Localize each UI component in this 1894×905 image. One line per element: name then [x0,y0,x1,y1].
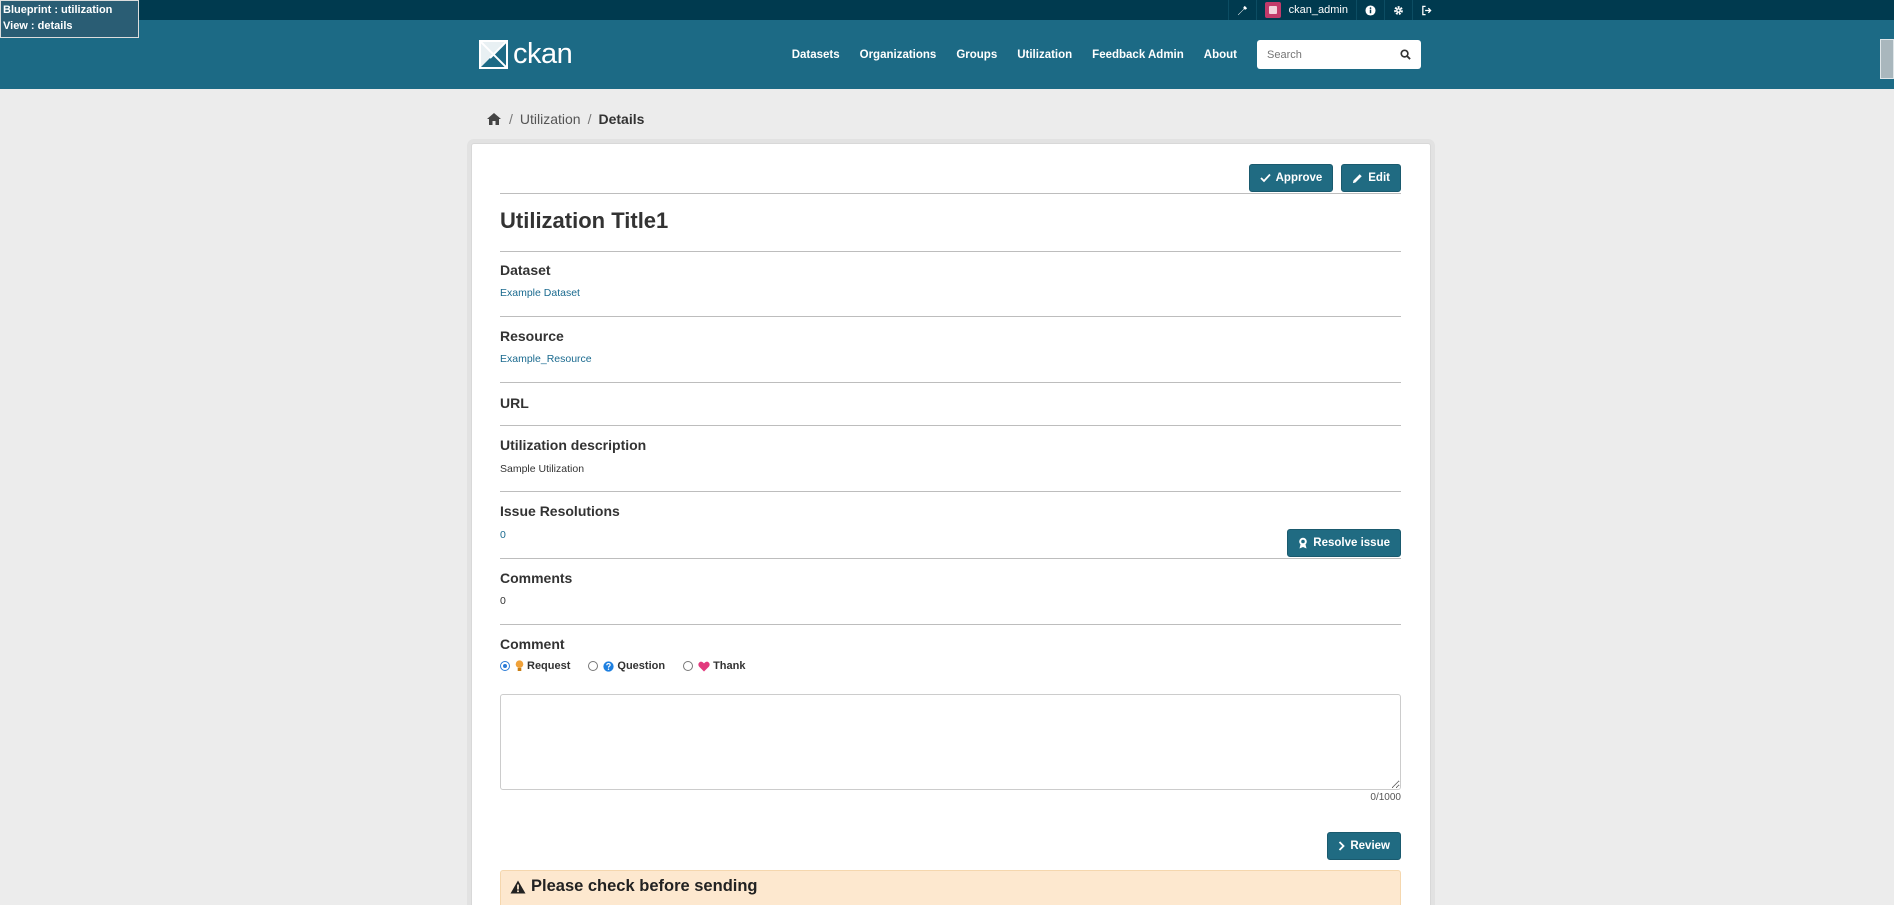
settings-link[interactable] [1384,0,1412,20]
dataset-label: Dataset [500,262,551,278]
question-circle-icon [603,660,615,672]
thank-radio[interactable] [683,661,694,671]
category-thank[interactable]: Thank [683,660,745,672]
resource-label: Resource [500,328,564,344]
resolve-issue-button[interactable]: Resolve issue [1287,529,1401,557]
site-search [1257,40,1421,69]
search-input[interactable] [1267,48,1387,61]
description-value: Sample Utilization [500,463,585,475]
divider [500,193,1401,194]
avatar [1264,2,1281,18]
issue-resolutions-label: Issue Resolutions [500,503,620,519]
character-counter: 0/1000 [1370,792,1401,803]
ckan-logo-icon [479,40,508,69]
divider [500,251,1401,252]
question-radio[interactable] [588,661,599,671]
divider [500,491,1401,492]
breadcrumb: / Utilization / Details [486,111,644,127]
search-icon[interactable] [1400,49,1411,60]
breadcrumb-utilization[interactable]: Utilization [520,111,581,127]
user-profile-link[interactable]: ckan_admin [1255,0,1356,20]
approve-button[interactable]: Approve [1248,164,1334,192]
page-title: Utilization Title1 [500,208,669,233]
gear-icon [1394,5,1403,15]
comments-label: Comments [500,570,573,586]
heart-icon [698,661,710,671]
confirmation-alert: Please check before sending [500,870,1401,905]
account-masthead: ckan_admin [0,0,1894,20]
nav-feedback-admin[interactable]: Feedback Admin [1082,49,1194,61]
check-icon [1259,173,1271,183]
description-label: Utilization description [500,437,647,453]
masthead: ckan Datasets Organizations Groups Utili… [0,20,1894,89]
nav-about[interactable]: About [1194,49,1247,61]
username: ckan_admin [1288,4,1348,16]
lightbulb-icon [515,660,524,671]
edit-button[interactable]: Edit [1341,164,1401,192]
pencil-icon [1353,173,1362,183]
url-label: URL [500,395,529,411]
comment-textarea[interactable] [500,694,1401,790]
alert-title: Please check before sending [510,877,758,896]
comments-count: 0 [500,595,506,607]
request-radio[interactable] [500,661,510,671]
dataset-link[interactable]: Example Dataset [500,287,580,299]
info-circle-icon [1365,4,1376,16]
debug-toggle-tab[interactable] [1880,39,1894,79]
divider [500,382,1401,383]
review-button[interactable]: Review [1327,832,1401,860]
category-question[interactable]: Question [588,660,665,672]
action-buttons: Approve Edit [1248,164,1401,192]
nav-groups[interactable]: Groups [946,49,1007,61]
divider [500,624,1401,625]
warning-icon [510,880,526,893]
chevron-right-icon [1339,841,1346,851]
home-icon[interactable] [486,112,502,126]
debug-toolbar: Blueprint : utilization View : details [0,0,140,38]
comment-form-label: Comment [500,636,565,652]
award-icon [1299,537,1308,549]
resource-link[interactable]: Example_Resource [500,353,592,365]
logout-link[interactable] [1412,0,1440,20]
site-logo[interactable]: ckan [479,38,573,70]
sign-out-icon [1422,5,1432,15]
sysadmin-link[interactable] [1227,0,1256,20]
utilization-details-card: Approve Edit Utilization Title1 Dataset … [471,143,1431,905]
nav-datasets[interactable]: Datasets [782,49,850,61]
divider [500,558,1401,559]
breadcrumb-details: Details [598,111,645,127]
debug-blueprint: Blueprint : utilization [3,4,113,16]
nav-organizations[interactable]: Organizations [850,49,947,61]
dashboard-link[interactable] [1356,0,1384,20]
issue-resolutions-count[interactable]: 0 [500,529,506,541]
category-request[interactable]: Request [500,660,570,672]
debug-view: View : details [3,20,73,32]
wrench-icon [1237,5,1247,15]
comment-category-group: Request Question Thank [500,660,763,672]
nav-utilization[interactable]: Utilization [1007,49,1082,61]
divider [500,316,1401,317]
divider [500,425,1401,426]
logo-text: ckan [513,38,573,70]
main-nav: Datasets Organizations Groups Utilizatio… [782,49,1247,61]
